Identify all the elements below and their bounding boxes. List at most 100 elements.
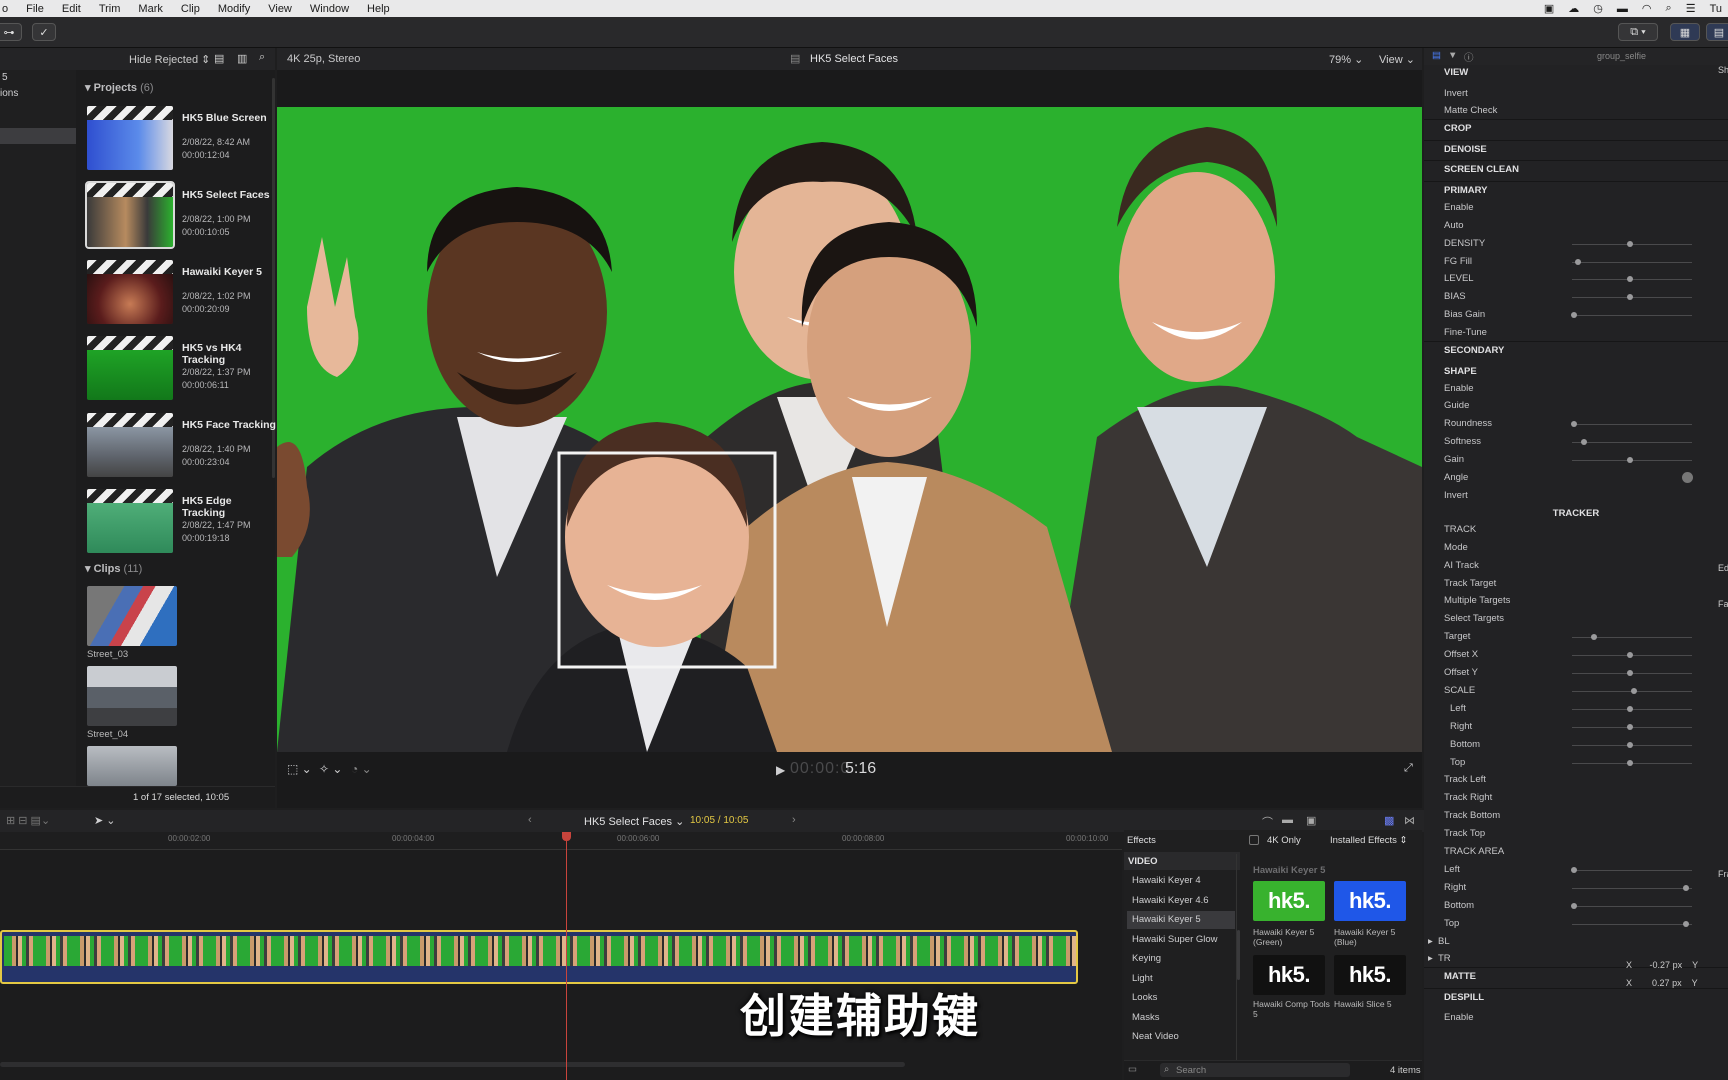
slider-knob[interactable] <box>1581 439 1587 446</box>
mode-value[interactable]: Ed <box>1718 563 1728 573</box>
play-button[interactable]: ▶ <box>776 763 785 777</box>
transitions-icon[interactable]: ▣ <box>1306 814 1316 827</box>
slider-knob[interactable] <box>1626 705 1633 712</box>
effect-tile-keyer-green[interactable]: hk5. <box>1253 881 1325 921</box>
slider-knob[interactable] <box>1626 240 1633 247</box>
playhead-handle[interactable] <box>562 832 571 841</box>
menu-file[interactable]: File <box>17 3 53 15</box>
folder-icon[interactable]: ▬ <box>1617 3 1628 15</box>
clock-icon[interactable]: ◷ <box>1593 2 1603 15</box>
slider-knob[interactable] <box>1626 276 1633 283</box>
fullscreen-icon[interactable]: ⤢ <box>1404 762 1413 775</box>
timecode[interactable]: 5:16 <box>845 760 876 778</box>
disclosure-icon[interactable]: ▸ <box>1428 953 1433 964</box>
transform-tool-icon[interactable]: ⬚ ⌄ <box>287 762 312 776</box>
effect-tile-slice[interactable]: hk5. <box>1334 955 1406 995</box>
clip-item[interactable] <box>87 746 177 786</box>
effect-tile-keyer-blue[interactable]: hk5. <box>1334 881 1406 921</box>
slider-knob[interactable] <box>1683 884 1689 891</box>
menu-view[interactable]: View <box>259 3 301 15</box>
workspace-icon[interactable]: ▤ <box>1706 23 1728 41</box>
inspector-row-tracker[interactable]: TRACKER <box>1424 508 1728 519</box>
filmstrip-view-icon[interactable]: ▤ <box>214 52 224 65</box>
slider-knob[interactable] <box>1590 634 1597 641</box>
parameter-slider[interactable] <box>1572 705 1692 712</box>
parameter-slider[interactable] <box>1572 670 1692 676</box>
bl-values[interactable]: X -0.27 px Y <box>1626 960 1698 970</box>
inspector-row-view[interactable]: VIEW <box>1444 67 1468 78</box>
4k-only-checkbox[interactable] <box>1249 835 1259 845</box>
track-area-value[interactable]: Fra <box>1718 869 1728 879</box>
timeline-project-popup[interactable]: HK5 Select Faces ⌄ <box>584 815 684 828</box>
timeline-ruler[interactable]: 00:00:02:00 00:00:04:00 00:00:06:00 00:0… <box>0 832 1122 850</box>
inspector-row-crop[interactable]: CROP <box>1444 123 1471 134</box>
parameter-slider[interactable] <box>1572 258 1692 265</box>
inspector-row-matte[interactable]: MATTE <box>1444 971 1476 982</box>
parameter-slider[interactable] <box>1572 652 1692 659</box>
browser-scrollbar[interactable] <box>272 78 275 478</box>
inspector-row-despill[interactable]: DESPILL <box>1444 992 1484 1003</box>
sidebar-item-selected[interactable] <box>0 128 76 144</box>
sidebar-library-label[interactable]: 5 <box>2 72 8 83</box>
audio-icon[interactable]: ⌒ <box>1262 814 1273 830</box>
timeline-clip[interactable] <box>0 930 1078 984</box>
project-item[interactable]: HK5 vs HK4 Tracking 2/08/22, 1:37 PM 00:… <box>87 336 272 408</box>
parameter-slider[interactable] <box>1572 276 1692 283</box>
background-tasks-icon[interactable]: ✓ <box>32 23 56 41</box>
slider-knob[interactable] <box>1626 723 1633 730</box>
parameter-slider[interactable] <box>1571 866 1692 873</box>
info-icon[interactable]: ⓘ <box>1464 50 1474 64</box>
effects-category-item[interactable]: Hawaiki Keyer 5 <box>1127 911 1235 929</box>
effects-category-item[interactable]: Keying <box>1127 950 1235 968</box>
parameter-slider[interactable] <box>1572 884 1692 891</box>
parameter-slider[interactable] <box>1572 294 1692 301</box>
filter-inspector-icon[interactable]: ▼ <box>1448 50 1457 61</box>
slider-knob[interactable] <box>1631 687 1638 694</box>
parameter-slider[interactable] <box>1572 457 1692 464</box>
transitions-browser-icon[interactable]: ⋈ <box>1404 814 1415 827</box>
project-item[interactable]: HK5 Face Tracking 2/08/22, 1:40 PM 00:00… <box>87 413 276 485</box>
menu-trim[interactable]: Trim <box>90 3 130 15</box>
view-popup[interactable]: View ⌄ <box>1379 53 1415 66</box>
effect-tile-comp-tools[interactable]: hk5. <box>1253 955 1325 995</box>
menu-modify[interactable]: Modify <box>209 3 259 15</box>
search-icon[interactable]: ⌕ <box>259 51 265 64</box>
slider-knob[interactable] <box>1683 920 1689 927</box>
menu-window[interactable]: Window <box>301 3 358 15</box>
parameter-slider[interactable] <box>1572 920 1692 927</box>
zoom-popup[interactable]: 79% ⌄ <box>1329 53 1363 66</box>
forward-icon[interactable]: › <box>792 814 796 826</box>
wifi-icon[interactable]: ◠ <box>1642 2 1652 15</box>
screen-record-icon[interactable]: ▣ <box>1544 2 1554 15</box>
inspector-row-secondary[interactable]: SECONDARY <box>1444 345 1504 356</box>
effects-category-item[interactable]: Looks <box>1127 989 1235 1007</box>
effects-category-item[interactable]: Light <box>1127 970 1235 988</box>
clip-appearance-icon[interactable]: ▥ <box>237 52 247 65</box>
control-center-icon[interactable]: ☰ <box>1686 2 1696 15</box>
creative-cloud-icon[interactable]: ☁ <box>1568 2 1579 15</box>
track-target-value[interactable]: Fa <box>1718 599 1728 609</box>
parameter-slider[interactable] <box>1572 723 1692 730</box>
menu-mark[interactable]: Mark <box>129 3 171 15</box>
filter-popup[interactable]: Hide Rejected ⇕ <box>129 53 210 66</box>
project-item[interactable]: HK5 Blue Screen 2/08/22, 8:42 AM 00:00:1… <box>87 106 272 178</box>
inspector-row-screen-clean[interactable]: SCREEN CLEAN <box>1444 164 1519 175</box>
menu-edit[interactable]: Edit <box>53 3 90 15</box>
effects-category-item[interactable]: Neat Video <box>1127 1028 1235 1046</box>
slider-knob[interactable] <box>1626 670 1633 676</box>
slider-knob[interactable] <box>1575 258 1581 265</box>
tr-values[interactable]: X 0.27 px Y <box>1626 978 1698 988</box>
effects-section[interactable]: VIDEO <box>1124 852 1240 870</box>
parameter-slider[interactable] <box>1572 759 1692 766</box>
inspector-row-primary[interactable]: PRIMARY <box>1444 185 1487 196</box>
playhead[interactable] <box>566 832 567 1080</box>
parameter-slider[interactable] <box>1572 634 1692 641</box>
clip-item[interactable]: Street_03 <box>87 586 177 660</box>
speed-tool-icon[interactable]: ◔ ⌄ <box>351 762 372 776</box>
inspector-row-denoise[interactable]: DENOISE <box>1444 144 1487 155</box>
back-icon[interactable]: ‹ <box>528 814 532 826</box>
parameter-slider[interactable] <box>1571 421 1692 428</box>
video-frame[interactable] <box>277 107 1422 752</box>
parameter-slider[interactable] <box>1572 439 1692 446</box>
layout-icon[interactable]: ▦ <box>1670 23 1700 41</box>
